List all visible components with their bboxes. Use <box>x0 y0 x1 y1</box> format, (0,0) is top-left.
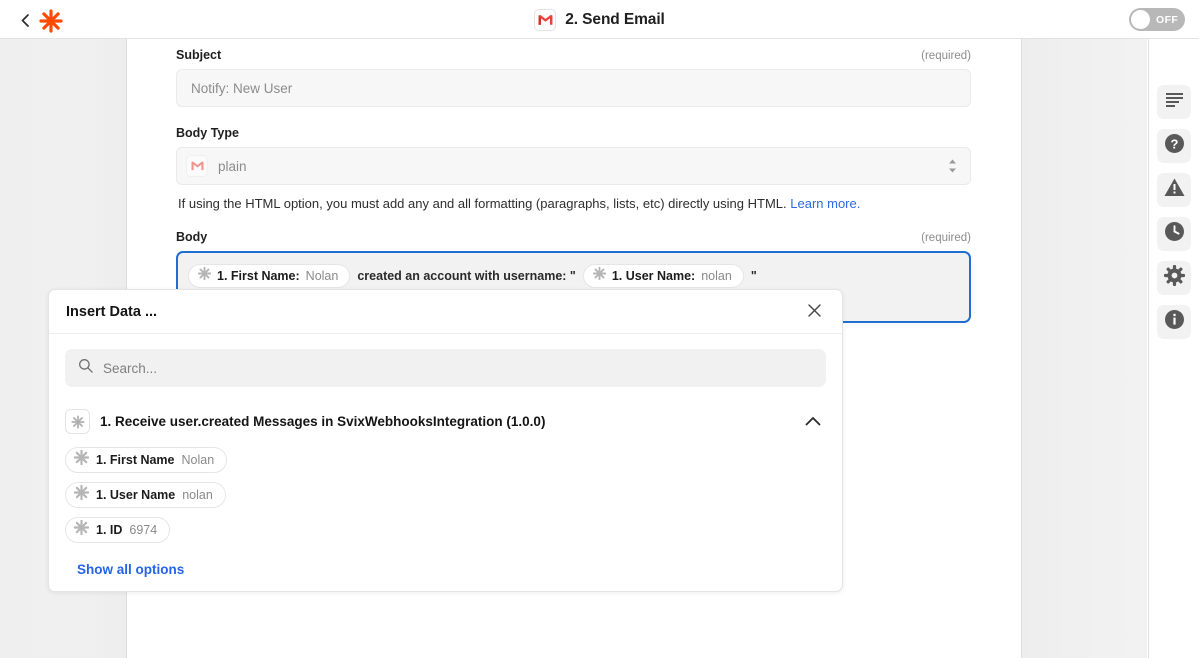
insert-data-panel: Insert Data ... Search... <box>48 289 843 592</box>
chevron-up-icon[interactable] <box>805 413 821 431</box>
svg-text:?: ? <box>1170 137 1178 152</box>
magnifier-icon <box>78 358 93 373</box>
insert-data-header: Insert Data ... <box>49 290 842 334</box>
data-source-row[interactable]: 1. Receive user.created Messages in Svix… <box>65 409 826 434</box>
field-chip-name: 1. First Name <box>96 453 175 467</box>
gmail-envelope-icon <box>538 14 553 26</box>
subject-label-row: Subject (required) <box>176 48 971 62</box>
zapier-asterisk-icon <box>593 267 606 285</box>
body-required-note: (required) <box>921 232 971 244</box>
help-circle-icon: ? <box>1164 133 1185 159</box>
body-plain-text: created an account with username: " <box>350 269 583 283</box>
right-gutter <box>1021 39 1147 658</box>
list-lines-icon <box>1166 92 1183 112</box>
body-type-label: Body Type <box>176 126 239 140</box>
right-icon-rail: ? <box>1148 39 1199 658</box>
warning-triangle-icon <box>1164 178 1185 202</box>
page-title: 2. Send Email <box>565 11 665 29</box>
zap-enable-toggle[interactable]: OFF <box>1129 8 1185 31</box>
chevron-up-glyph <box>805 416 821 426</box>
clock-history-icon <box>1164 221 1185 247</box>
stepper-arrows-icon <box>948 159 957 174</box>
body-data-token[interactable]: 1. First Name: Nolan <box>188 264 350 288</box>
rail-button-info-circle[interactable] <box>1157 305 1191 339</box>
insert-data-title: Insert Data ... <box>66 304 157 320</box>
gear-settings-icon <box>1164 265 1185 291</box>
top-bar: 2. Send Email OFF <box>0 0 1199 39</box>
field-chip-value: Nolan <box>182 453 215 467</box>
rail-button-gear-settings[interactable] <box>1157 261 1191 295</box>
token-field-name: 1. User Name: <box>612 269 695 283</box>
rail-button-warning-triangle[interactable] <box>1157 173 1191 207</box>
toggle-label: OFF <box>1156 14 1178 26</box>
body-data-token[interactable]: 1. User Name: nolan <box>583 264 744 288</box>
search-input[interactable]: Search... <box>65 349 826 387</box>
search-icon <box>78 358 93 378</box>
stepper-updown-icon[interactable] <box>948 159 957 174</box>
asterisk-icon <box>74 450 89 465</box>
close-icon[interactable] <box>807 303 822 321</box>
show-all-options-link[interactable]: Show all options <box>77 562 184 577</box>
gmail-envelope-icon <box>191 161 204 171</box>
asterisk-icon <box>74 485 89 500</box>
data-field-chip[interactable]: 1. User Name nolan <box>65 482 226 508</box>
asterisk-icon <box>593 267 606 280</box>
learn-more-link[interactable]: Learn more. <box>790 196 860 211</box>
token-field-value: nolan <box>701 269 732 283</box>
zapier-asterisk-icon <box>74 520 89 540</box>
token-field-name: 1. First Name: <box>217 269 300 283</box>
zapier-asterisk-icon <box>198 267 211 285</box>
token-field-value: Nolan <box>306 269 339 283</box>
step-title-block: 2. Send Email <box>0 0 1199 39</box>
subject-field-group: Subject (required) Notify: New User <box>176 48 971 107</box>
field-chip-name: 1. ID <box>96 523 122 537</box>
zapier-asterisk-icon <box>65 409 90 434</box>
data-field-chip[interactable]: 1. First Name Nolan <box>65 447 227 473</box>
body-type-label-row: Body Type <box>176 126 971 140</box>
data-source-left: 1. Receive user.created Messages in Svix… <box>65 409 545 434</box>
close-x-icon <box>807 303 822 318</box>
info-circle-icon <box>1164 309 1185 335</box>
zapier-asterisk-icon <box>74 485 89 505</box>
gmail-icon <box>186 155 208 177</box>
asterisk-icon <box>71 415 85 429</box>
asterisk-icon <box>198 267 211 280</box>
search-placeholder: Search... <box>103 361 157 376</box>
body-token-list: 1. First Name: Nolan created an account wi… <box>188 264 959 288</box>
subject-label: Subject <box>176 48 221 62</box>
body-type-helper-text: If using the HTML option, you must add a… <box>178 196 971 213</box>
field-chip-value: nolan <box>182 488 213 502</box>
toggle-knob <box>1131 10 1150 29</box>
rail-button-clock-history[interactable] <box>1157 217 1191 251</box>
body-label-row: Body (required) <box>176 230 971 244</box>
body-label: Body <box>176 230 207 244</box>
data-field-list: 1. First Name Nolan 1. User Name nolan 1. ID… <box>65 447 826 543</box>
subject-input-value: Notify: New User <box>191 81 292 96</box>
body-type-field-group: Body Type plain If using the HTML opt <box>176 126 971 213</box>
field-chip-name: 1. User Name <box>96 488 175 502</box>
insert-data-body: Search... 1. Receive user.created Messag… <box>49 334 842 579</box>
send-email-form: Subject (required) Notify: New User Body… <box>176 48 971 323</box>
data-field-chip[interactable]: 1. ID 6974 <box>65 517 170 543</box>
subject-input[interactable]: Notify: New User <box>176 69 971 107</box>
field-chip-value: 6974 <box>129 523 157 537</box>
asterisk-icon <box>74 520 89 535</box>
body-plain-text: " <box>744 269 764 283</box>
rail-button-help-circle[interactable]: ? <box>1157 129 1191 163</box>
gmail-icon <box>534 9 556 31</box>
body-type-value: plain <box>218 159 247 174</box>
rail-button-list-lines[interactable] <box>1157 85 1191 119</box>
data-source-label: 1. Receive user.created Messages in Svix… <box>100 414 545 429</box>
body-type-select[interactable]: plain <box>176 147 971 185</box>
zapier-asterisk-icon <box>74 450 89 470</box>
helper-text: If using the HTML option, you must add a… <box>178 196 787 211</box>
subject-required-note: (required) <box>921 50 971 62</box>
